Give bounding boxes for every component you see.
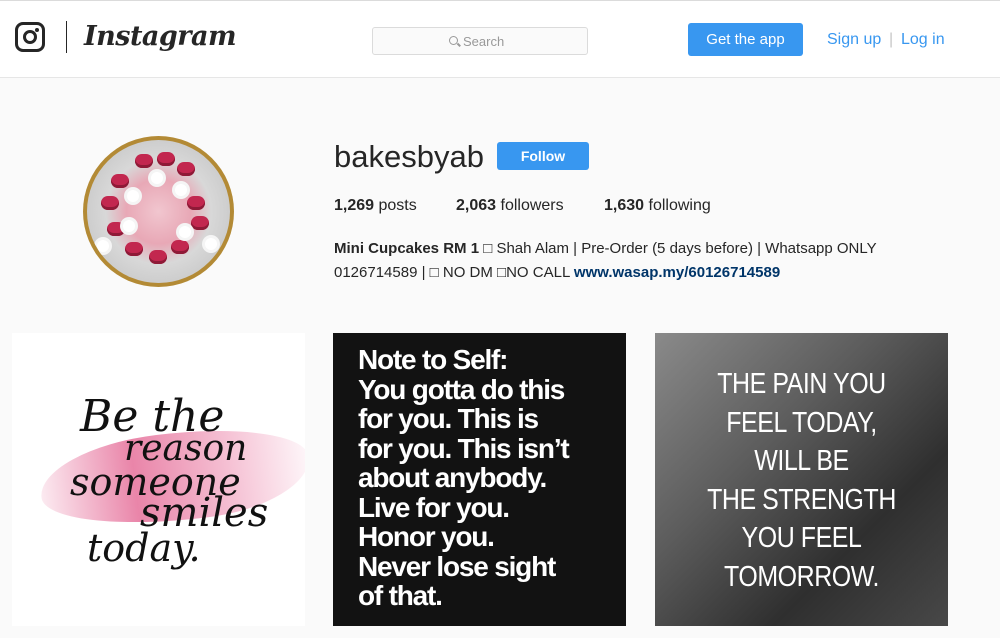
log-in-link[interactable]: Log in [901, 31, 945, 49]
post-text-line: Never lose sight [358, 550, 556, 582]
instagram-wordmark[interactable]: Instagram [84, 21, 237, 52]
post-thumbnail[interactable]: THE PAIN YOU FEEL TODAY, WILL BE THE STR… [655, 333, 948, 626]
bio-line-1: □ Shah Alam | Pre-Order (5 days before) … [479, 240, 877, 257]
post-text-line: Note to Self: [358, 344, 508, 375]
posts-count: 1,269 [334, 197, 375, 214]
post-thumbnail[interactable]: Note to Self: You gotta do this for you.… [333, 333, 626, 626]
sign-up-link[interactable]: Sign up [827, 31, 881, 49]
post-text-line: FEEL TODAY, [726, 406, 877, 439]
profile-username: bakesbyab [334, 139, 484, 174]
followers-count: 2,063 [456, 197, 497, 214]
search-box[interactable] [372, 27, 588, 55]
follow-button[interactable]: Follow [497, 142, 589, 170]
bio-full-name: Mini Cupcakes RM 1 [334, 240, 480, 257]
following-stat[interactable]: 1,630 following [604, 197, 711, 215]
post-text-line: today. [87, 526, 201, 570]
search-input[interactable] [463, 32, 573, 50]
avatar-cake-image [87, 140, 230, 283]
posts-label: posts [378, 197, 417, 214]
get-the-app-button[interactable]: Get the app [688, 23, 803, 56]
following-count: 1,630 [604, 197, 645, 214]
post-quote-text: THE PAIN YOU FEEL TODAY, WILL BE THE STR… [676, 365, 928, 596]
nav-separator: | [889, 31, 894, 48]
profile-avatar[interactable] [83, 136, 234, 287]
post-text-line: THE STRENGTH [707, 483, 896, 516]
post-text-line: WILL BE [754, 445, 849, 477]
post-text-line: of that. [358, 580, 443, 611]
followers-label: followers [500, 197, 564, 214]
post-text-line: THE PAIN YOU [717, 368, 886, 400]
profile-bio: Mini Cupcakes RM 1 □ Shah Alam | Pre-Ord… [334, 237, 934, 285]
search-icon [449, 36, 458, 45]
post-text-line: Live for you. [358, 491, 510, 523]
following-label: following [648, 197, 711, 214]
instagram-camera-icon[interactable] [15, 22, 45, 52]
post-text-line: about anybody. [358, 462, 547, 493]
bio-website-link[interactable]: www.wasap.my/60126714589 [574, 264, 780, 281]
post-quote-text: Note to Self: You gotta do this for you.… [358, 345, 618, 611]
post-thumbnail[interactable]: Be the reason someone smiles today. [12, 333, 305, 626]
post-text-line: You gotta do this [358, 373, 565, 405]
post-text-line: YOU FEEL [741, 522, 862, 554]
post-text-line: TOMORROW. [723, 560, 879, 593]
post-text-line: Honor you. [358, 521, 495, 552]
top-navigation-bar: Instagram Get the app Sign up | Log in [0, 0, 1000, 78]
post-text-line: for you. This is [358, 403, 539, 434]
logo-divider [66, 21, 67, 53]
post-text-line: for you. This isn’t [358, 432, 570, 464]
posts-stat: 1,269 posts [334, 197, 417, 215]
followers-stat[interactable]: 2,063 followers [456, 197, 564, 215]
bio-line-2: 0126714589 | □ NO DM □NO CALL [334, 264, 574, 281]
